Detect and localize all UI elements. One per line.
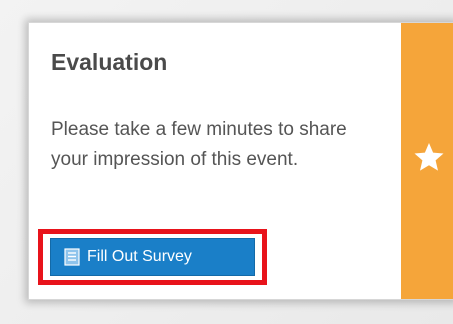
card-description: Please take a few minutes to share your …	[51, 119, 347, 170]
evaluation-card: Evaluation Please take a few minutes to …	[28, 22, 453, 300]
document-icon	[64, 248, 80, 266]
card-title: Evaluation	[51, 49, 168, 75]
star-icon	[414, 143, 444, 171]
fill-out-survey-button[interactable]: Fill Out Survey	[50, 238, 255, 276]
fill-out-survey-label: Fill Out Survey	[87, 248, 192, 265]
card-body: Evaluation Please take a few minutes to …	[29, 23, 401, 299]
